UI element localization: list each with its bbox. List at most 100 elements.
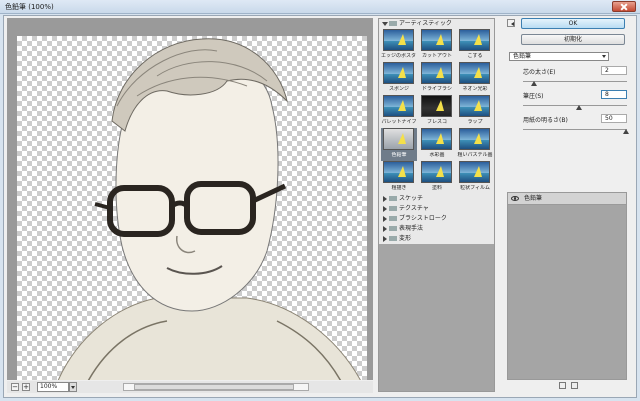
filter-thumbnail-label: こする — [467, 53, 483, 59]
chevron-right-icon — [383, 196, 390, 202]
folder-icon — [389, 236, 397, 241]
category-label: ブラシストローク — [399, 215, 447, 222]
ok-button[interactable]: OK — [521, 18, 625, 29]
settings-panel: OK 初期化 色鉛筆 芯の太さ(E) 2 筆圧(S) 8 用紙の明るさ(B) 50 色鉛筆 — [505, 18, 633, 392]
filter-thumbnail-label: カットアウト — [421, 53, 452, 59]
filter-thumbnail-grid: エッジのポスタリゼーションカットアウト こするスポンジ ドライブラシ ネオン光彩パレッ… — [379, 29, 494, 194]
category-label: 変形 — [399, 235, 412, 242]
filter-thumbnail[interactable]: 水彩画 — [419, 128, 455, 161]
folder-icon — [389, 216, 397, 221]
reset-button[interactable]: 初期化 — [521, 34, 625, 45]
category-label: テクスチャ — [399, 205, 429, 212]
folder-icon — [389, 226, 397, 231]
preview-area[interactable] — [7, 18, 373, 380]
category-header[interactable]: 表現手法 — [379, 224, 494, 234]
filter-thumbnail[interactable]: ドライブラシ — [419, 62, 455, 95]
gallery-empty-area — [379, 244, 494, 391]
chevron-right-icon — [383, 226, 390, 232]
filter-thumbnail[interactable]: ネオン光彩 — [457, 62, 493, 95]
filter-select-value: 色鉛筆 — [513, 53, 532, 60]
filter-select[interactable]: 色鉛筆 — [509, 52, 609, 61]
param-slider-track[interactable] — [523, 81, 627, 82]
filter-thumbnail[interactable]: スポンジ — [381, 62, 417, 95]
category-label: アーティスティック — [399, 20, 452, 27]
param-row: 芯の太さ(E) 2 — [519, 66, 629, 92]
filter-thumbnail-label: ドライブラシ — [422, 86, 452, 92]
zoom-out-button[interactable]: − — [11, 383, 19, 391]
param-label: 芯の太さ(E) — [523, 69, 556, 76]
filter-thumbnail[interactable]: 粗いパステル画 — [457, 128, 493, 161]
filter-thumbnail[interactable]: 色鉛筆 — [381, 128, 417, 161]
zoom-select[interactable]: 100% — [37, 382, 69, 392]
folder-icon — [389, 21, 397, 26]
filter-thumbnail-label: ラップ — [467, 119, 483, 125]
effect-layer-name: 色鉛筆 — [524, 195, 543, 202]
category-header[interactable]: テクスチャ — [379, 204, 494, 214]
filter-thumbnail-label: スポンジ — [388, 86, 409, 92]
param-slider-knob[interactable] — [623, 126, 629, 134]
filter-thumbnail[interactable]: パレットナイフ — [381, 95, 417, 128]
collapse-gallery-button[interactable] — [507, 19, 515, 27]
window-titlebar: 色鉛筆 (100%) — [0, 0, 640, 14]
chevron-right-icon — [383, 216, 390, 222]
scrollbar-thumb[interactable] — [134, 384, 294, 390]
param-row: 筆圧(S) 8 — [519, 90, 629, 116]
preview-statusbar: − + 100% — [7, 381, 373, 393]
filter-thumbnail-label: 色鉛筆 — [391, 152, 407, 158]
category-header[interactable]: スケッチ — [379, 194, 494, 204]
filter-preview-image — [383, 95, 414, 117]
chevron-down-icon — [382, 22, 388, 29]
param-value-input[interactable]: 8 — [601, 90, 627, 99]
param-value-input[interactable]: 2 — [601, 66, 627, 75]
category-header[interactable]: 変形 — [379, 234, 494, 244]
filter-preview-image — [459, 62, 490, 84]
folder-icon — [389, 196, 397, 201]
filter-preview-image — [421, 62, 452, 84]
chevron-right-icon — [383, 236, 390, 242]
filter-thumbnail[interactable]: 粗描き — [381, 161, 417, 194]
chevron-right-icon — [383, 206, 390, 212]
param-slider-track[interactable] — [523, 105, 627, 106]
filter-thumbnail[interactable]: こする — [457, 29, 493, 62]
new-layer-icon[interactable] — [559, 382, 566, 389]
category-artistic-header[interactable]: アーティスティック — [379, 19, 494, 29]
param-slider-knob[interactable] — [576, 102, 582, 110]
filter-thumbnail[interactable]: エッジのポスタリゼーション — [381, 29, 417, 62]
filter-preview-image — [459, 29, 490, 51]
param-value-input[interactable]: 50 — [601, 114, 627, 123]
param-slider-track[interactable] — [523, 129, 627, 130]
filter-preview-image — [459, 128, 490, 150]
filter-preview-image — [459, 161, 490, 183]
filter-thumbnail-label: ネオン光彩 — [462, 86, 488, 92]
filter-thumbnail[interactable]: 粒状フィルム — [457, 161, 493, 194]
filter-thumbnail[interactable]: カットアウト — [419, 29, 455, 62]
category-label: スケッチ — [399, 195, 424, 202]
trash-icon[interactable] — [571, 382, 578, 389]
filter-preview-image — [421, 128, 452, 150]
param-row: 用紙の明るさ(B) 50 — [519, 114, 629, 140]
horizontal-scrollbar[interactable] — [123, 383, 309, 391]
filter-preview-image — [383, 128, 414, 150]
category-header[interactable]: ブラシストローク — [379, 214, 494, 224]
chevron-down-icon[interactable] — [69, 382, 77, 392]
filter-thumbnail[interactable]: 塗料 — [419, 161, 455, 194]
filter-thumbnail-label: 粒状フィルム — [460, 185, 490, 191]
chevron-down-icon — [602, 55, 606, 60]
param-slider-knob[interactable] — [531, 78, 537, 86]
filter-preview-image — [459, 95, 490, 117]
eye-icon[interactable] — [511, 196, 519, 201]
filter-thumbnail-label: 粗描き — [391, 185, 407, 191]
filter-preview-image — [383, 29, 414, 51]
effect-layer-row[interactable]: 色鉛筆 — [508, 193, 626, 205]
preview-canvas[interactable] — [17, 36, 367, 380]
filter-gallery-panel: アーティスティック エッジのポスタリゼーションカットアウト こするスポンジ ドライブ… — [378, 18, 495, 392]
param-label: 用紙の明るさ(B) — [523, 117, 568, 124]
filter-thumbnail-label: 粗いパステル画 — [457, 152, 493, 158]
filter-thumbnail-label: 塗料 — [431, 185, 442, 191]
filter-thumbnail[interactable]: フレスコ — [419, 95, 455, 128]
zoom-in-button[interactable]: + — [22, 383, 30, 391]
window-title: 色鉛筆 (100%) — [5, 3, 54, 11]
filter-thumbnail-label: フレスコ — [426, 119, 447, 125]
close-button[interactable] — [612, 1, 636, 12]
filter-thumbnail[interactable]: ラップ — [457, 95, 493, 128]
